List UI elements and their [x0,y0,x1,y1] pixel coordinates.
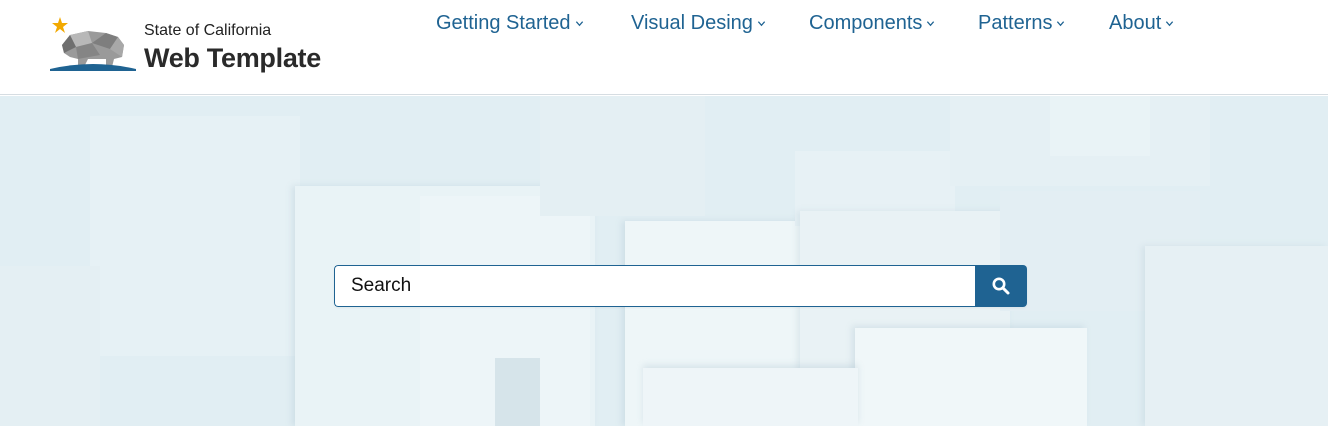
nav-getting-started[interactable]: Getting Started [436,10,584,36]
nav-label: Getting Started [436,11,571,34]
chevron-down-icon [1166,20,1174,26]
hero-background-block [90,116,300,356]
chevron-down-icon [757,20,766,26]
chevron-down-icon [1057,20,1065,26]
hero-background-block [1145,246,1328,426]
hero-background-block [0,266,100,426]
chevron-down-icon [575,20,583,26]
search-form [334,265,1027,307]
hero-bottom-edge [0,426,1328,433]
search-button[interactable] [975,265,1027,307]
nav-components[interactable]: Components [809,10,935,36]
hero-background-block [855,328,1087,426]
hero-banner [0,96,1328,426]
nav-about[interactable]: About [1109,10,1174,36]
site-header: State of California Web Template Getting… [0,0,1328,95]
nav-label: Visual Desing [631,11,753,34]
california-bear-logo-icon[interactable] [48,15,138,73]
hero-background-block [643,368,858,426]
brand-subtitle[interactable]: State of California [144,22,271,40]
search-input[interactable] [334,265,975,307]
brand-title[interactable]: Web Template [144,43,321,74]
nav-patterns[interactable]: Patterns [978,10,1065,36]
hero-background-block [1050,96,1150,156]
nav-label: Components [809,11,923,34]
chevron-down-icon [927,20,935,26]
hero-background-block [495,358,540,426]
search-icon [992,277,1010,295]
nav-label: About [1109,11,1162,34]
hero-background-block [540,96,705,216]
nav-visual-design[interactable]: Visual Desing [631,10,766,36]
nav-label: Patterns [978,11,1053,34]
